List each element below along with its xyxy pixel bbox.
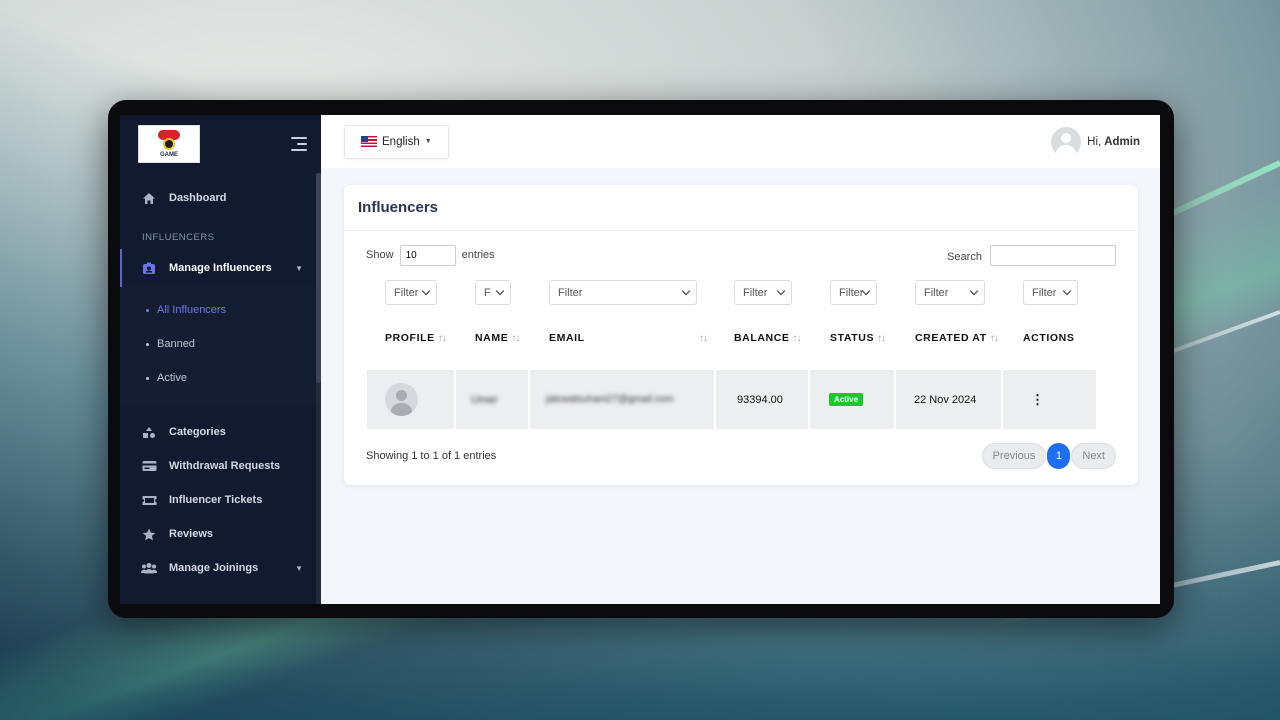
- sidebar-item-label: Withdrawal Requests: [169, 460, 281, 472]
- star-icon: [141, 526, 157, 542]
- column-header-status[interactable]: STATUS ↑↓: [830, 332, 886, 344]
- filter-actions[interactable]: Filter: [1023, 280, 1078, 305]
- sidebar-section-label: INFLUENCERS: [142, 232, 215, 243]
- show-label: Show: [366, 249, 394, 261]
- card-icon: [141, 458, 157, 474]
- language-label: English: [382, 135, 420, 148]
- sidebar-item-reviews[interactable]: Reviews: [120, 517, 321, 551]
- home-icon: [141, 190, 157, 206]
- language-dropdown[interactable]: English ▼: [344, 124, 449, 159]
- name-cell: Umer: [471, 393, 498, 406]
- user-name: Admin: [1104, 135, 1140, 148]
- table-row: Umer jatowalsuhani27@gmail.com 93394.00 …: [367, 370, 1096, 429]
- profile-cell: [385, 370, 418, 429]
- actions-cell: ⋮: [1031, 370, 1044, 429]
- influencers-card: Influencers Show entries Search Filter F…: [344, 185, 1138, 485]
- column-header-created-at[interactable]: CREATED AT ↑↓: [915, 332, 999, 344]
- sort-icon: ↑↓: [792, 333, 802, 344]
- user-menu[interactable]: Hi, Admin: [1051, 126, 1140, 157]
- sidebar-item-dashboard[interactable]: Dashboard: [120, 181, 321, 215]
- table-summary: Showing 1 to 1 of 1 entries: [366, 450, 497, 462]
- sidebar-item-label: Categories: [169, 426, 226, 438]
- sidebar-item-label: Manage Joinings: [169, 562, 259, 574]
- next-page-button[interactable]: Next: [1071, 443, 1116, 469]
- app-logo[interactable]: GAME: [138, 125, 200, 163]
- page-1-button[interactable]: 1: [1047, 443, 1071, 469]
- created-at-cell: 22 Nov 2024: [914, 393, 977, 406]
- id-badge-icon: [141, 260, 157, 276]
- column-header-profile[interactable]: PROFILE ↑↓: [385, 332, 447, 344]
- pagination: Previous 1 Next: [981, 443, 1116, 469]
- filter-status[interactable]: Filter: [830, 280, 877, 305]
- entries-label: entries: [461, 249, 495, 261]
- email-cell: jatowalsuhani27@gmail.com: [546, 394, 674, 405]
- shapes-icon: [141, 424, 157, 440]
- filter-name[interactable]: F: [475, 280, 511, 305]
- sort-icon: ↑↓: [989, 333, 999, 344]
- sidebar-subitem-banned[interactable]: Banned: [120, 327, 321, 361]
- sidebar-item-label: Manage Influencers: [169, 262, 272, 274]
- column-header-email[interactable]: EMAIL: [549, 332, 585, 344]
- sidebar-item-categories[interactable]: Categories: [120, 415, 321, 449]
- entries-select[interactable]: [399, 245, 456, 266]
- logo-emblem-icon: [156, 129, 182, 152]
- column-header-actions: ACTIONS: [1023, 332, 1075, 344]
- sort-icon: ↑↓: [511, 333, 520, 344]
- sort-icon: ↑↓: [877, 333, 886, 344]
- chevron-down-icon: ▼: [295, 563, 303, 573]
- us-flag-icon: [361, 136, 377, 147]
- balance-cell: 93394.00: [737, 393, 783, 406]
- topbar: English ▼ Hi, Admin: [321, 115, 1160, 168]
- status-cell: Active: [829, 370, 864, 429]
- filter-profile[interactable]: Filter: [385, 280, 437, 305]
- avatar[interactable]: [385, 383, 418, 416]
- sidebar-item-manage-joinings[interactable]: Manage Joinings ▼: [120, 551, 321, 585]
- filter-email[interactable]: Filter: [549, 280, 697, 305]
- main-content: English ▼ Hi, Admin Influencers Show ent…: [321, 115, 1160, 604]
- caret-down-icon: ▼: [424, 138, 432, 145]
- greeting: Hi,: [1087, 135, 1102, 148]
- search-label: Search: [947, 251, 982, 263]
- chevron-down-icon: ▼: [295, 263, 303, 273]
- sidebar-item-influencer-tickets[interactable]: Influencer Tickets: [120, 483, 321, 517]
- influencers-submenu: All Influencers Banned Active: [120, 287, 321, 405]
- sidebar-item-withdrawal-requests[interactable]: Withdrawal Requests: [120, 449, 321, 483]
- sidebar-subitem-active[interactable]: Active: [120, 361, 321, 395]
- logo-text: GAME: [160, 151, 178, 158]
- column-header-name[interactable]: NAME ↑↓: [475, 332, 520, 344]
- sort-icon-email[interactable]: ↑↓: [696, 332, 708, 344]
- users-icon: [141, 560, 157, 576]
- more-actions-icon[interactable]: ⋮: [1031, 392, 1044, 408]
- filter-created-at[interactable]: Filter: [915, 280, 985, 305]
- sidebar-item-label: Influencer Tickets: [169, 494, 263, 506]
- ticket-icon: [141, 492, 157, 508]
- sidebar-subitem-all-influencers[interactable]: All Influencers: [120, 293, 321, 327]
- table-header: PROFILE ↑↓ NAME ↑↓ EMAIL ↑↓ BALANCE ↑↓ STAT…: [344, 316, 1138, 360]
- status-badge: Active: [829, 393, 864, 406]
- page-title: Influencers: [344, 185, 1138, 231]
- menu-toggle-icon[interactable]: [291, 137, 307, 151]
- sidebar: GAME Dashboard INFLUENCERS Manage Influe…: [120, 115, 321, 604]
- filter-balance[interactable]: Filter: [734, 280, 792, 305]
- avatar[interactable]: [1051, 126, 1082, 157]
- sidebar-item-label: Reviews: [169, 528, 214, 540]
- previous-page-button[interactable]: Previous: [981, 443, 1047, 469]
- search-input[interactable]: [990, 245, 1116, 266]
- column-header-balance[interactable]: BALANCE ↑↓: [734, 332, 802, 344]
- column-filters: Filter F Filter Filter Filter Filter Fil…: [344, 266, 1138, 316]
- sidebar-item-manage-influencers[interactable]: Manage Influencers ▼: [120, 249, 321, 287]
- app-screen: GAME Dashboard INFLUENCERS Manage Influe…: [120, 115, 1160, 604]
- sidebar-item-label: Dashboard: [169, 192, 227, 204]
- sort-icon: ↑↓: [437, 333, 447, 344]
